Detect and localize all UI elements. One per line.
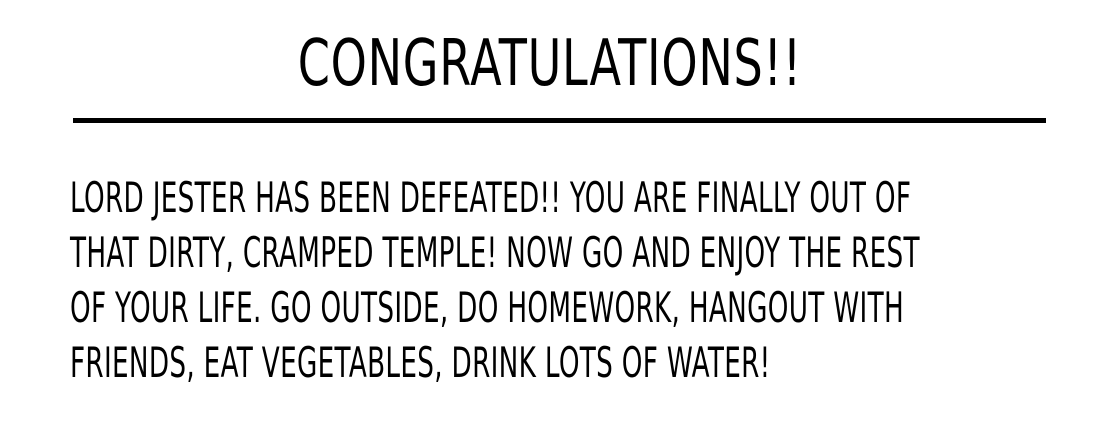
victory-screen: CONGRATULATIONS!! LORD JESTER HAS BEEN D… bbox=[0, 0, 1101, 431]
message-line-3: OF YOUR LIFE. GO OUTSIDE, DO HOMEWORK, H… bbox=[70, 283, 904, 332]
message-line-1: LORD JESTER HAS BEEN DEFEATED!! YOU ARE … bbox=[70, 173, 912, 222]
victory-message: LORD JESTER HAS BEEN DEFEATED!! YOU ARE … bbox=[70, 170, 1030, 390]
victory-title: CONGRATULATIONS!! bbox=[297, 27, 802, 101]
message-line-4: FRIENDS, EAT VEGETABLES, DRINK LOTS OF W… bbox=[70, 338, 771, 387]
title-divider bbox=[73, 118, 1046, 123]
message-line-2: THAT DIRTY, CRAMPED TEMPLE! NOW GO AND E… bbox=[70, 228, 920, 277]
